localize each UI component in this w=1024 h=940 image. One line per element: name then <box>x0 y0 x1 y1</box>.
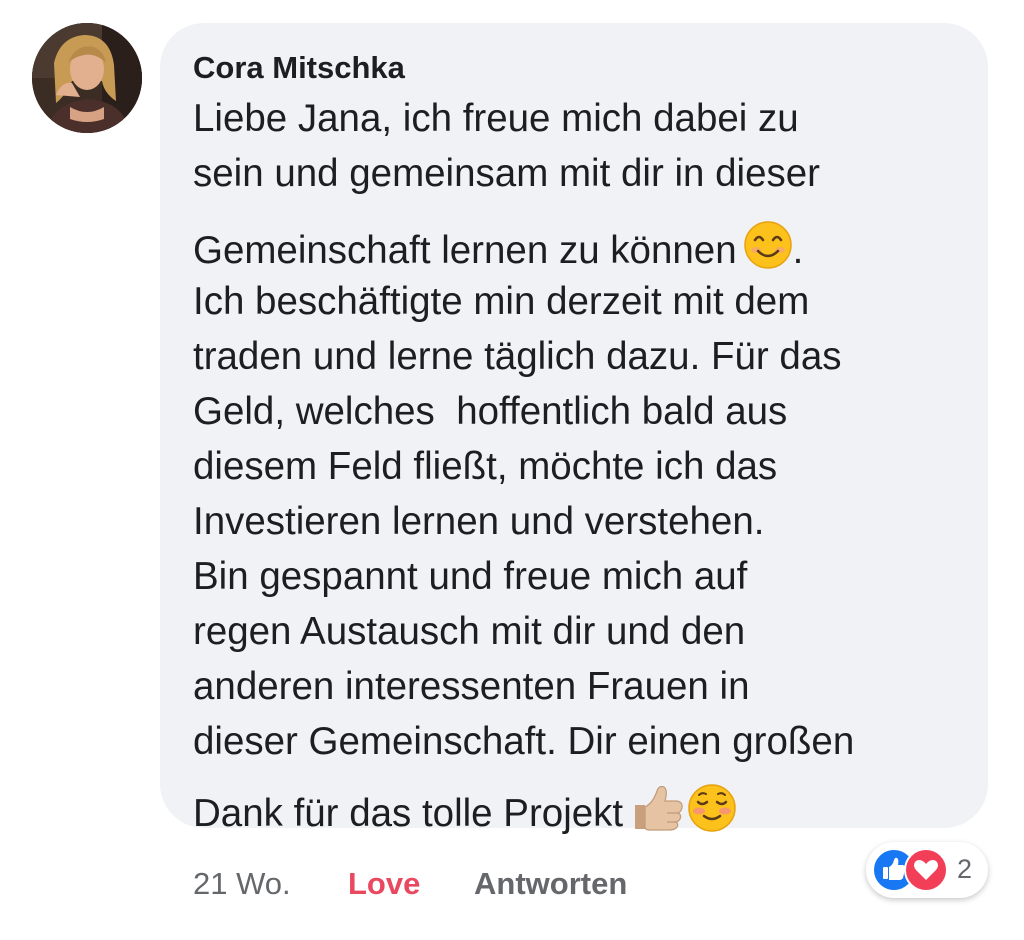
comment-line: dieser Gemeinschaft. Dir einen großen <box>193 720 855 763</box>
comment-line: Bin gespannt und freue mich auf <box>193 555 748 598</box>
comment-author[interactable]: Cora Mitschka <box>193 48 405 88</box>
comment-line: Geld, welches hoffentlich bald aus <box>193 390 788 433</box>
love-icon <box>904 848 948 892</box>
reply-button[interactable]: Antworten <box>474 864 627 904</box>
avatar[interactable] <box>32 23 142 133</box>
thumbs-up-emoji-icon <box>629 783 685 843</box>
comment-line-text: Dank für das tolle Projekt <box>193 792 624 835</box>
comment-line: anderen interessenten Frauen in <box>193 665 750 708</box>
comment-line-text: . <box>792 229 804 272</box>
comment-line-with-emoji: Dank für das tolle Projekt <box>193 783 737 843</box>
reaction-count: 2 <box>957 854 973 884</box>
avatar-photo <box>32 23 142 133</box>
comment-line: regen Austausch mit dir und den <box>193 610 746 653</box>
smiling-face-emoji-icon <box>743 220 793 280</box>
comment-line: Liebe Jana, ich freue mich dabei zu <box>193 97 799 140</box>
comment-line-text: Gemeinschaft lernen zu können <box>193 229 737 272</box>
comment-line: sein und gemeinsam mit dir in dieser <box>193 152 820 195</box>
comment-timestamp[interactable]: 21 Wo. <box>193 864 291 904</box>
comment-line: diesem Feld fließt, möchte ich das <box>193 445 778 488</box>
love-reaction-button[interactable]: Love <box>348 864 420 904</box>
comment-line: Ich beschäftigte min derzeit mit dem <box>193 280 810 323</box>
blushing-smile-emoji-icon <box>687 783 737 843</box>
comment-line: traden und lerne täglich dazu. Für das <box>193 335 842 378</box>
comment-line: Investieren lernen und verstehen. <box>193 500 765 543</box>
comment-view: Cora Mitschka Liebe Jana, ich freue mich… <box>0 0 1024 940</box>
comment-line-with-emoji: Gemeinschaft lernen zu können . <box>193 220 803 280</box>
reaction-summary[interactable]: 2 <box>866 842 988 898</box>
